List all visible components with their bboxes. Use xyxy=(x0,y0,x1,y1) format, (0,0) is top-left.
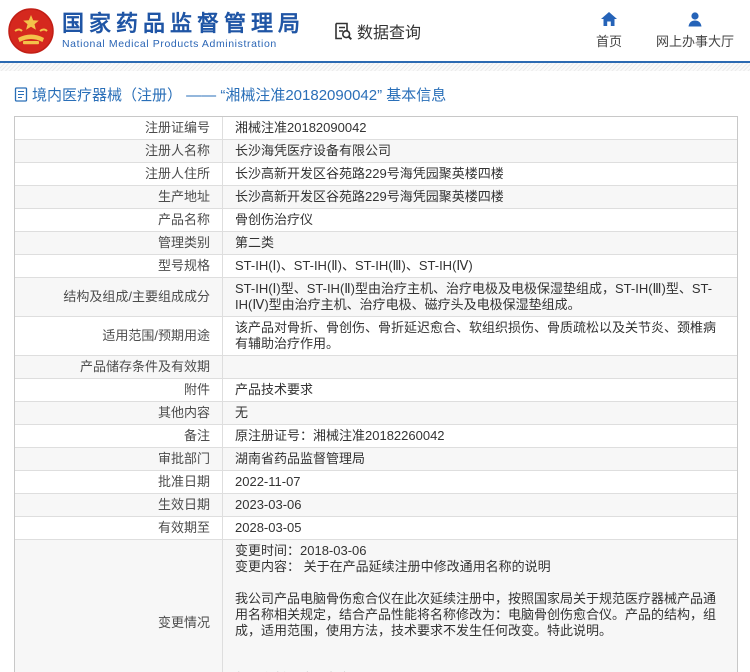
table-row-storage-validity: 产品储存条件及有效期 xyxy=(15,356,737,379)
table-row-product-name: 产品名称 骨创伤治疗仪 xyxy=(15,209,737,232)
brand-title: 国家药品监督管理局 xyxy=(62,11,305,37)
page-icon xyxy=(14,87,28,102)
row-label: 有效期至 xyxy=(15,517,223,539)
row-label: 注册人名称 xyxy=(15,140,223,162)
row-value: 2022-11-07 xyxy=(223,471,737,493)
row-value: 2028-03-05 xyxy=(223,517,737,539)
row-value: 该产品对骨折、骨创伤、骨折延迟愈合、软组织损伤、骨质疏松以及关节炎、颈椎病有辅助… xyxy=(223,317,737,355)
row-value: ST-IH(Ⅰ)型、ST-IH(Ⅱ)型由治疗主机、治疗电极及电极保湿垫组成，ST… xyxy=(223,278,737,316)
brand-subtitle: National Medical Products Administration xyxy=(62,38,305,50)
row-value: 2023-03-06 xyxy=(223,494,737,516)
section-label: 数据查询 xyxy=(357,19,421,43)
table-row-change-info: 变更情况 变更时间：2018-03-06 变更内容： 关于在产品延续注册中修改通… xyxy=(15,540,737,672)
doc-search-icon xyxy=(333,21,353,41)
brand-text: 国家药品监督管理局 National Medical Products Admi… xyxy=(62,11,305,50)
row-label: 型号规格 xyxy=(15,255,223,277)
nav-home-label: 首页 xyxy=(596,31,622,50)
row-value: ST-IH(Ⅰ)、ST-IH(Ⅱ)、ST-IH(Ⅲ)、ST-IH(Ⅳ) xyxy=(223,255,737,277)
site-header: 国家药品监督管理局 National Medical Products Admi… xyxy=(0,0,750,63)
row-value: 湘械注准20182090042 xyxy=(223,117,737,139)
row-value xyxy=(223,356,737,378)
row-value: 变更时间：2018-03-06 变更内容： 关于在产品延续注册中修改通用名称的说… xyxy=(223,540,737,672)
row-value: 长沙海凭医疗设备有限公司 xyxy=(223,140,737,162)
table-row-approval-date: 批准日期 2022-11-07 xyxy=(15,471,737,494)
row-label: 产品储存条件及有效期 xyxy=(15,356,223,378)
info-table: 注册证编号 湘械注准20182090042 注册人名称 长沙海凭医疗设备有限公司… xyxy=(14,116,738,672)
row-value: 原注册证号：湘械注准20182260042 xyxy=(223,425,737,447)
row-label: 生产地址 xyxy=(15,186,223,208)
table-row-structure-composition: 结构及组成/主要组成成分 ST-IH(Ⅰ)型、ST-IH(Ⅱ)型由治疗主机、治疗… xyxy=(15,278,737,317)
row-label: 生效日期 xyxy=(15,494,223,516)
nav-service-hall[interactable]: 网上办事大厅 xyxy=(656,11,734,50)
row-label: 注册证编号 xyxy=(15,117,223,139)
breadcrumb: 境内医疗器械（注册） —— “湘械注准20182090042” 基本信息 xyxy=(0,71,750,113)
table-row-registrant-name: 注册人名称 长沙海凭医疗设备有限公司 xyxy=(15,140,737,163)
row-value: 长沙高新开发区谷苑路229号海凭园聚英楼四楼 xyxy=(223,186,737,208)
row-value: 无 xyxy=(223,402,737,424)
page-title: 境内医疗器械（注册） —— “湘械注准20182090042” 基本信息 xyxy=(32,84,446,105)
row-value: 湖南省药品监督管理局 xyxy=(223,448,737,470)
row-label: 备注 xyxy=(15,425,223,447)
row-label: 适用范围/预期用途 xyxy=(15,317,223,355)
table-row-model-spec: 型号规格 ST-IH(Ⅰ)、ST-IH(Ⅱ)、ST-IH(Ⅲ)、ST-IH(Ⅳ) xyxy=(15,255,737,278)
home-icon xyxy=(600,11,618,27)
row-value: 骨创伤治疗仪 xyxy=(223,209,737,231)
row-label: 变更情况 xyxy=(15,540,223,672)
row-label: 审批部门 xyxy=(15,448,223,470)
table-row-production-address: 生产地址 长沙高新开发区谷苑路229号海凭园聚英楼四楼 xyxy=(15,186,737,209)
table-row-intended-use: 适用范围/预期用途 该产品对骨折、骨创伤、骨折延迟愈合、软组织损伤、骨质疏松以及… xyxy=(15,317,737,356)
row-label: 管理类别 xyxy=(15,232,223,254)
row-label: 其他内容 xyxy=(15,402,223,424)
nav-home[interactable]: 首页 xyxy=(596,11,622,50)
brand-logo[interactable]: 国家药品监督管理局 National Medical Products Admi… xyxy=(8,8,305,54)
table-row-reg-number: 注册证编号 湘械注准20182090042 xyxy=(15,117,737,140)
table-row-registrant-address: 注册人住所 长沙高新开发区谷苑路229号海凭园聚英楼四楼 xyxy=(15,163,737,186)
row-value: 长沙高新开发区谷苑路229号海凭园聚英楼四楼 xyxy=(223,163,737,185)
row-label: 注册人住所 xyxy=(15,163,223,185)
table-row-remarks: 备注 原注册证号：湘械注准20182260042 xyxy=(15,425,737,448)
section-data-query[interactable]: 数据查询 xyxy=(333,19,421,43)
nav-service-hall-label: 网上办事大厅 xyxy=(656,31,734,50)
row-label: 产品名称 xyxy=(15,209,223,231)
row-label: 结构及组成/主要组成成分 xyxy=(15,278,223,316)
row-label: 附件 xyxy=(15,379,223,401)
row-label: 批准日期 xyxy=(15,471,223,493)
table-row-approval-department: 审批部门 湖南省药品监督管理局 xyxy=(15,448,737,471)
user-icon xyxy=(686,11,704,27)
top-nav: 首页 网上办事大厅 xyxy=(596,11,740,50)
table-row-expiry-date: 有效期至 2028-03-05 xyxy=(15,517,737,540)
row-value: 第二类 xyxy=(223,232,737,254)
page: 国家药品监督管理局 National Medical Products Admi… xyxy=(0,0,750,672)
table-row-attachment: 附件 产品技术要求 xyxy=(15,379,737,402)
table-row-other-content: 其他内容 无 xyxy=(15,402,737,425)
table-row-management-class: 管理类别 第二类 xyxy=(15,232,737,255)
divider-hatch xyxy=(0,63,750,71)
row-value: 产品技术要求 xyxy=(223,379,737,401)
nmpa-national-emblem-icon xyxy=(8,8,54,54)
table-row-effective-date: 生效日期 2023-03-06 xyxy=(15,494,737,517)
